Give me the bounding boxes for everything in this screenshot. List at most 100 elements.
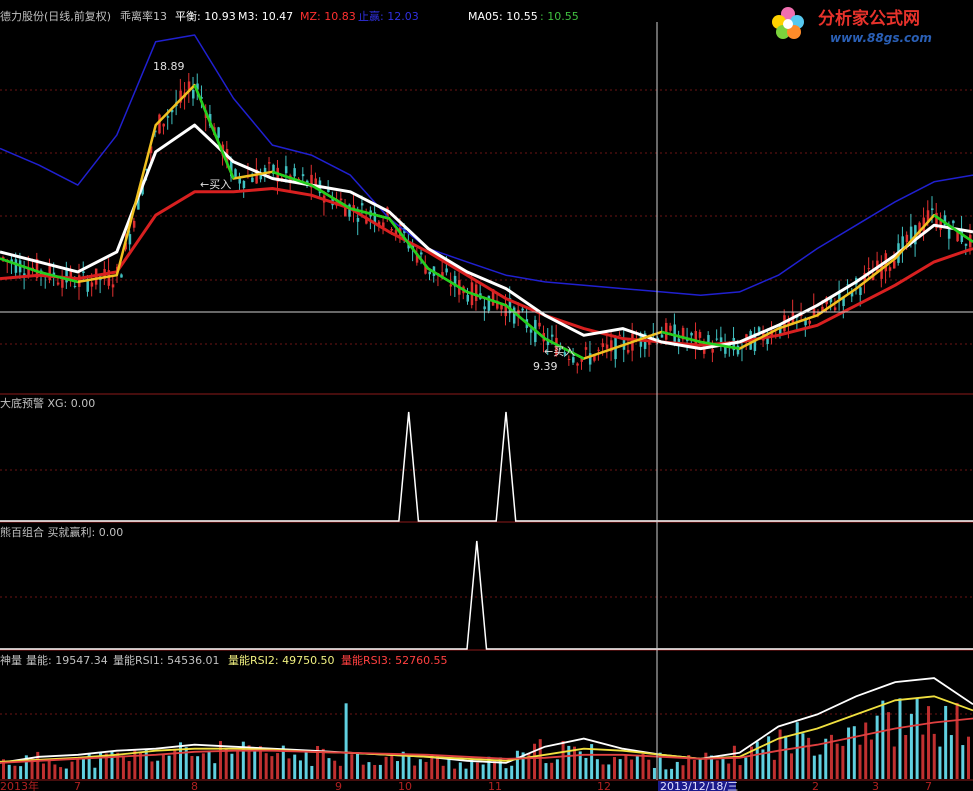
volume-bar [618,759,622,779]
volume-bar [624,755,628,779]
volume-bar [555,759,559,779]
x-axis-label: 12 [597,780,611,791]
volume-bar [915,698,919,779]
volume-bar [698,759,702,779]
volume-bar [76,759,80,779]
volume-bar [641,753,645,779]
candle-body [466,294,469,302]
volume-bar [373,764,377,779]
candle-body [132,220,136,228]
volume-bar [544,763,548,779]
candle-body [166,116,170,118]
legend-item: : 10.55 [540,10,579,23]
volume-bar [869,739,873,779]
volume-bar [561,740,565,779]
panel4-legend-item: 量能RSI2: 49750.50 [228,653,335,667]
candle-body [293,168,296,177]
candle-body [888,267,892,271]
volume-bar [64,768,68,779]
volume-bar [881,700,885,779]
volume-bar [133,750,137,779]
x-axis-label: 2013/12/18/三 [660,780,738,791]
legend-item: M3: 10.47 [238,10,293,23]
logo-url: www.88gs.com [830,31,932,45]
candle-body [339,198,343,201]
volume-bar [670,768,674,779]
flower-icon [772,7,804,39]
candle-body [90,282,94,287]
candle-body [892,260,896,269]
volume-bar [150,761,154,779]
low-label: 9.39 [533,360,558,373]
candle-body [512,307,516,324]
volume-bar [921,734,925,779]
candle-body [766,338,769,345]
volume-bar [675,761,679,779]
volume-bar [298,760,302,779]
volume-bar [207,750,211,779]
volume-bar [287,758,291,779]
volume-bar [127,761,131,779]
volume-bar [909,713,913,779]
x-axis-label: 2013年 [0,779,39,791]
candle-body [82,271,85,273]
candle-body [597,349,600,351]
signal-line [0,540,973,650]
volume-bar [938,746,942,779]
volume-bar [378,764,382,779]
volume-bar [70,761,74,779]
volume-bar [847,727,851,779]
panel4-legend-item: 量能RSI1: 54536.01 [113,653,220,667]
volume-bar [778,729,782,779]
candle-body [618,334,622,336]
volume-bar [493,760,497,779]
candle-body [192,89,195,99]
candle-body [707,335,710,342]
candle-body [251,177,254,182]
volume-bar [338,765,342,779]
candle-body [584,347,588,350]
candle-body [690,332,693,336]
volume-bar [812,755,816,779]
volume-bar [961,745,965,779]
legend-item: 平衡: 10.93 [175,10,236,23]
volume-bar [93,767,97,779]
volume-bar [418,759,422,779]
stock-chart: 德力股份(日线,前复权) 乖离率13 平衡: 10.93 M3: 10.47 MZ: … [0,7,973,791]
volume-bar [607,764,611,779]
volume-bar [681,765,685,779]
series-line-1 [0,187,973,347]
panel4-legend-item: 量能RSI3: 52760.55 [341,653,448,667]
x-axis-label: 7 [925,780,932,791]
volume-bar [635,756,639,779]
volume-bar [533,743,537,779]
x-axis-label: 7 [74,780,81,791]
volume-bar [772,759,776,779]
x-axis-label: 8 [191,780,198,791]
candle-body [605,344,609,349]
volume-bar [384,756,388,779]
candle-body [445,268,448,273]
volume-bar [721,756,725,779]
volume-bar [53,764,57,779]
candle-body [61,279,64,288]
volume-bar [464,768,468,779]
volume-bar [356,752,360,779]
signal-line [0,411,973,522]
volume-bar [224,748,228,779]
candle-body [808,320,812,324]
candle-body [284,166,288,174]
volume-bar [447,758,451,779]
legend-item: MA05: 10.55 [468,10,538,23]
volume-bar [270,756,274,779]
volume-bar [510,765,514,779]
volume-bar [144,749,148,779]
volume-bar [390,755,394,779]
x-axis-label: 3 [872,780,879,791]
candle-body [567,358,571,360]
volume-bar [236,751,240,779]
volume-bar [441,765,445,779]
logo-title: 分析家公式网 [818,8,920,29]
stock-name: 德力股份(日线,前复权) [0,9,111,23]
volume-bar [515,750,519,779]
